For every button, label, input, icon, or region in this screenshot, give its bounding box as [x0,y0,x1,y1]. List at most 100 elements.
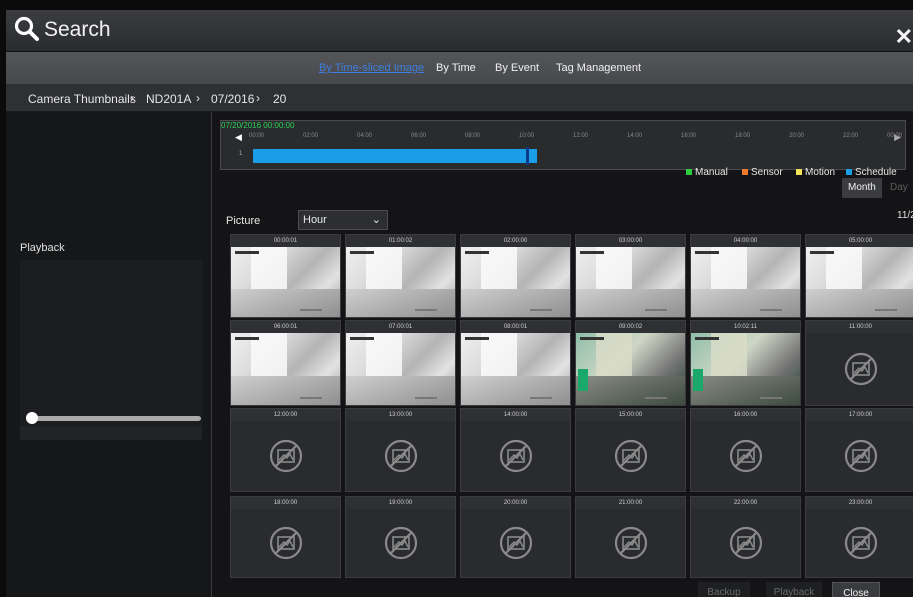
thumbnail-cell[interactable]: 23:00:00 [805,496,913,578]
timeline-tick: 18:00 [735,133,751,139]
timeline-tick: 22:00 [843,133,859,139]
thumbnail-cell[interactable]: 14:00:00 [460,408,571,492]
thumbnail-cell[interactable]: 20:00:00 [460,496,571,578]
thumbnail-time: 03:00:00 [576,235,685,247]
timeline-tick: 10:00 [519,133,535,139]
thumbnail-cell[interactable]: 13:00:00 [345,408,456,492]
thumbnail-time: 04:00:00 [691,235,800,247]
thumbnail-cell[interactable]: 15:00:00 [575,408,686,492]
no-image-placeholder [806,333,913,405]
playback-slider-handle[interactable] [26,412,38,424]
no-image-icon [269,526,302,560]
thumbnail-cell[interactable]: 03:00:00 [575,234,686,318]
thumbnail-cell[interactable]: 07:00:01 [345,320,456,406]
thumbnail-cell[interactable]: 17:00:00 [805,408,913,492]
thumbnail-cell[interactable]: 06:00:01 [230,320,341,406]
tab-by-time[interactable]: By Time [436,62,476,74]
search-window: Search ✕ By Time-sliced Image By Time By… [6,10,913,597]
timeline-tick: 12:00 [573,133,589,139]
breadcrumb-separator-icon: › [256,91,260,105]
thumbnail-image [231,247,340,317]
tab-by-event[interactable]: By Event [495,62,539,74]
close-button[interactable]: Close [832,582,880,597]
legend-motion: Motion [796,167,835,178]
no-image-placeholder [691,509,800,577]
tab-by-time-sliced-image[interactable]: By Time-sliced Image [319,62,424,74]
playback-label: Playback [20,242,65,254]
legend-label: Schedule [855,167,897,178]
thumbnail-time: 13:00:00 [346,409,455,421]
thumbnail-cell[interactable]: 00:00:01 [230,234,341,318]
chevron-down-icon: ⌄ [371,214,381,226]
thumbnail-cell[interactable]: 02:00:00 [460,234,571,318]
thumbnail-cell[interactable]: 09:00:02 [575,320,686,406]
no-image-placeholder [461,421,570,491]
thumbnail-image [346,247,455,317]
thumbnail-time: 22:00:00 [691,497,800,509]
breadcrumb-separator-icon: › [196,91,200,105]
thumbnail-image [691,247,800,317]
month-view-button[interactable]: Month [842,178,882,198]
thumbnail-cell[interactable]: 10:02:11 [690,320,801,406]
legend-schedule: Schedule [846,167,897,178]
thumbnail-image [461,333,570,405]
timeline[interactable]: 07/20/2016 00:00:00 ◀ ▶ 00:00 02:00 04:0… [220,120,906,170]
thumbnail-time: 11:00:00 [806,321,913,333]
no-image-icon [614,439,647,473]
timeline-tick: 20:00 [789,133,805,139]
backup-button[interactable]: Backup [698,582,750,597]
no-image-placeholder [806,421,913,491]
no-image-icon [844,526,877,560]
thumbnail-cell[interactable]: 16:00:00 [690,408,801,492]
thumbnail-time: 07:00:01 [346,321,455,333]
breadcrumb-camera[interactable]: ND201A [146,92,191,106]
playback-button[interactable]: Playback [766,582,822,597]
thumbnail-cell[interactable]: 11:00:00 [805,320,913,406]
timeline-prev-icon[interactable]: ◀ [235,132,242,143]
picture-label: Picture [226,215,261,227]
no-image-placeholder [806,509,913,577]
thumbnail-time: 02:00:00 [461,235,570,247]
thumbnail-cell[interactable]: 21:00:00 [575,496,686,578]
no-image-icon [844,439,877,473]
no-image-placeholder [231,509,340,577]
thumbnail-image [576,247,685,317]
timeline-date: 07/20/2016 00:00:00 [221,121,295,130]
no-image-icon [844,352,877,386]
legend-manual: Manual [686,167,728,178]
breadcrumb-camera-thumbnails[interactable]: Camera Thumbnails [28,92,136,106]
thumbnail-cell[interactable]: 19:00:00 [345,496,456,578]
thumbnail-cell[interactable]: 18:00:00 [230,496,341,578]
thumbnail-time: 00:00:01 [231,235,340,247]
thumbnail-cell[interactable]: 22:00:00 [690,496,801,578]
thumbnail-cell[interactable]: 05:00:00 [805,234,913,318]
thumbnail-cell[interactable]: 01:00:02 [345,234,456,318]
day-view-button[interactable]: Day [884,178,913,198]
legend-label: Sensor [751,167,783,178]
thumbnail-image [691,333,800,405]
no-image-placeholder [691,421,800,491]
no-image-placeholder [346,509,455,577]
thumbnail-cell[interactable]: 12:00:00 [230,408,341,492]
timeline-row-label: 1 [239,151,243,157]
timeline-tick: 00:00 [249,133,265,139]
no-image-placeholder [461,509,570,577]
breadcrumb-month[interactable]: 07/2016 [211,92,254,106]
tab-bar: By Time-sliced Image By Time By Event Ta… [6,52,913,84]
tab-tag-management[interactable]: Tag Management [556,62,641,74]
thumbnail-image [806,247,913,317]
legend-swatch [796,169,802,176]
playback-slider-track[interactable] [26,416,201,421]
thumbnail-time: 23:00:00 [806,497,913,509]
thumbnail-time: 12:00:00 [231,409,340,421]
breadcrumb-day[interactable]: 20 [273,92,286,106]
interval-select[interactable]: Hour ⌄ [298,210,388,230]
thumbnail-cell[interactable]: 08:00:01 [460,320,571,406]
thumbnail-time: 18:00:00 [231,497,340,509]
thumbnail-count: 11/24 [897,210,913,221]
thumbnail-time: 19:00:00 [346,497,455,509]
timeline-cursor[interactable] [526,147,529,165]
close-icon[interactable]: ✕ [895,24,913,50]
timeline-tick: 14:00 [627,133,643,139]
thumbnail-cell[interactable]: 04:00:00 [690,234,801,318]
